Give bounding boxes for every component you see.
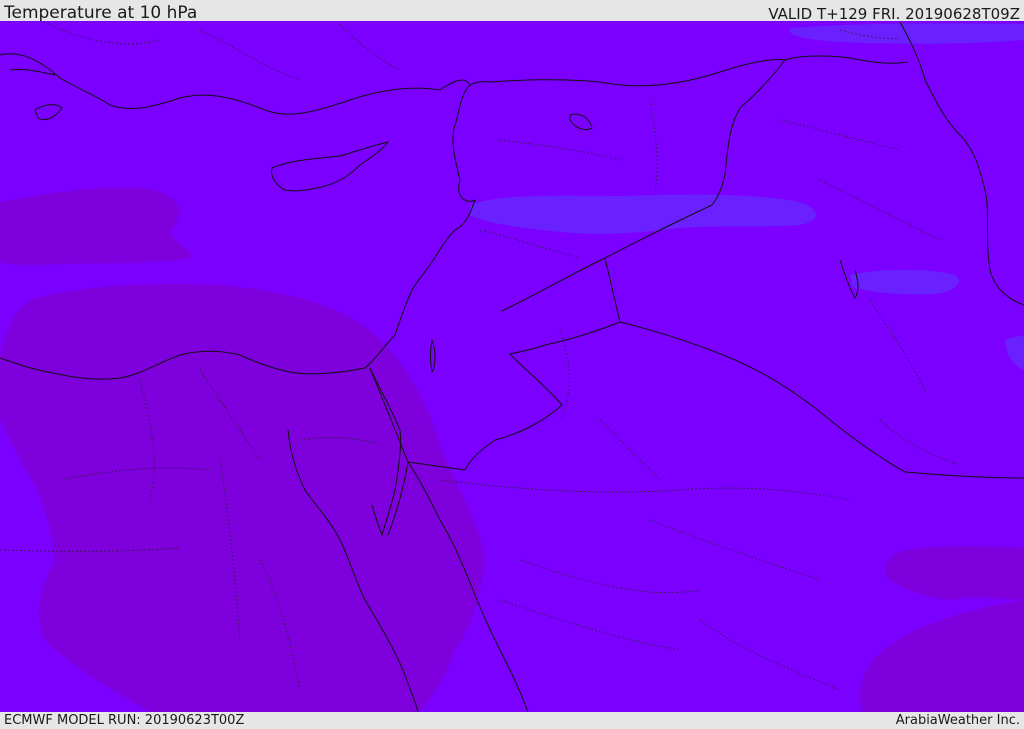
weather-map[interactable] bbox=[0, 21, 1024, 712]
footer-bar: ECMWF MODEL RUN: 20190623T00Z ArabiaWeat… bbox=[0, 712, 1024, 729]
header-bar: Temperature at 10 hPa VALID T+129 FRI. 2… bbox=[0, 0, 1024, 23]
temperature-field-warm-west bbox=[0, 187, 191, 266]
map-viewer: Temperature at 10 hPa VALID T+129 FRI. 2… bbox=[0, 0, 1024, 729]
map-canvas bbox=[0, 21, 1024, 712]
map-title: Temperature at 10 hPa bbox=[4, 3, 198, 23]
credit-label: ArabiaWeather Inc. bbox=[895, 713, 1020, 728]
model-run-label: ECMWF MODEL RUN: 20190623T00Z bbox=[4, 713, 245, 728]
